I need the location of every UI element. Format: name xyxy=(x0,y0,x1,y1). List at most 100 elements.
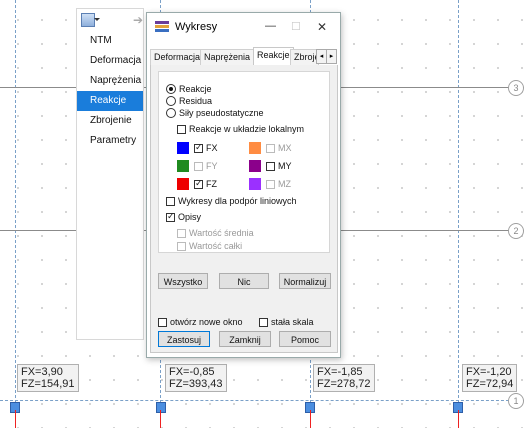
results-side-panel: ➔ NTM Deformacja Naprężenia Reakcje Zbro… xyxy=(76,8,144,340)
dialog-titlebar[interactable]: Wykresy — ☐ ✕ xyxy=(147,13,340,41)
sidebar-item-deformacja[interactable]: Deformacja xyxy=(77,51,143,71)
maximize-icon: ☐ xyxy=(291,21,301,33)
checkbox-stala-skala-label: stała skala xyxy=(271,317,314,327)
radio-residua-label: Residua xyxy=(179,96,213,106)
reaction-fz: FZ=72,94 xyxy=(466,378,514,390)
color-swatch[interactable] xyxy=(177,178,189,190)
checkbox-wartosc-srednia: Wartość średnia xyxy=(177,228,254,238)
checkbox-wykresy-podpor[interactable]: Wykresy dla podpór liniowych xyxy=(166,196,296,206)
checkbox-my[interactable] xyxy=(266,161,275,171)
sidebar-item-reakcje[interactable]: Reakcje xyxy=(77,91,143,111)
component-mx: MX xyxy=(249,142,292,154)
wszystko-button[interactable]: Wszystko xyxy=(158,273,208,289)
checkbox-uklad-lokalny-label: Reakcje w układzie lokalnym xyxy=(189,124,305,134)
checkbox-stala-skala[interactable]: stała skala xyxy=(259,317,314,327)
axis-label-3: 3 xyxy=(508,80,524,96)
normalizuj-button[interactable]: Normalizuj xyxy=(279,273,331,289)
checkbox-uklad-lokalny-control[interactable] xyxy=(177,124,186,134)
radio-reakcje[interactable]: Reakcje xyxy=(166,84,212,94)
reaction-label: FX=-0,85 FZ=393,43 xyxy=(165,364,227,392)
component-fx[interactable]: FX xyxy=(177,142,218,154)
reaction-arrow xyxy=(15,410,16,428)
reaction-fx: FX=-1,20 xyxy=(466,366,512,378)
tab-deformacja[interactable]: Deformacja xyxy=(150,49,205,65)
component-label: MX xyxy=(278,143,292,153)
checkbox-uklad-lokalny[interactable]: Reakcje w układzie lokalnym xyxy=(177,124,304,134)
component-fy: FY xyxy=(177,160,218,172)
tab-bar: Deformacja Naprężenia Reakcje Zbroje ◂ ▸ xyxy=(150,47,337,66)
support-node[interactable] xyxy=(156,402,166,413)
component-fz[interactable]: FZ xyxy=(177,178,217,190)
options-group: Reakcje Residua Siły pseudostatyczne Rea… xyxy=(158,71,330,253)
checkbox-otworz-nowe-okno-control[interactable] xyxy=(158,317,167,327)
checkbox-wartosc-srednia-label: Wartość średnia xyxy=(189,228,254,238)
reaction-label: FX=3,90 FZ=154,91 xyxy=(17,364,79,392)
zamknij-button[interactable]: Zamknij xyxy=(219,331,271,347)
reaction-label: FX=-1,85 FZ=278,72 xyxy=(313,364,375,392)
radio-sily-control[interactable] xyxy=(166,108,176,118)
radio-reakcje-label: Reakcje xyxy=(179,84,212,94)
component-label: MY xyxy=(278,161,292,171)
sidebar-item-ntm[interactable]: NTM xyxy=(77,31,143,51)
component-label: MZ xyxy=(278,179,291,189)
close-icon[interactable]: ✕ xyxy=(317,20,327,34)
grid-line-vertical xyxy=(15,0,16,428)
sidebar-item-naprezenia[interactable]: Naprężenia xyxy=(77,71,143,91)
component-label: FX xyxy=(206,143,218,153)
checkbox-fx[interactable] xyxy=(194,142,203,153)
reaction-fz: FZ=393,43 xyxy=(169,378,223,390)
view-menu-icon[interactable] xyxy=(81,13,100,27)
axis-label-1: 1 xyxy=(508,393,524,409)
arrow-right-icon[interactable]: ➔ xyxy=(133,13,143,27)
checkbox-wartosc-calki-label: Wartość całki xyxy=(189,241,243,251)
reaction-label: FX=-1,20 FZ=72,94 xyxy=(462,364,518,392)
color-swatch[interactable] xyxy=(177,142,189,154)
zastosuj-button[interactable]: Zastosuj xyxy=(158,331,210,347)
pomoc-button[interactable]: Pomoc xyxy=(279,331,331,347)
component-label: FZ xyxy=(206,179,217,189)
checkbox-opisy-control[interactable] xyxy=(166,211,175,222)
reaction-fx: FX=-1,85 xyxy=(317,366,363,378)
checkbox-otworz-nowe-okno[interactable]: otwórz nowe okno xyxy=(158,317,243,327)
chart-app-icon xyxy=(155,21,169,33)
radio-sily-label: Siły pseudostatyczne xyxy=(179,108,264,118)
reaction-arrow xyxy=(458,410,459,428)
checkbox-stala-skala-control[interactable] xyxy=(259,317,268,327)
sidebar-item-parametry[interactable]: Parametry xyxy=(77,131,143,151)
radio-residua[interactable]: Residua xyxy=(166,96,212,106)
component-my[interactable]: MY xyxy=(249,160,292,172)
tab-zbrojenie[interactable]: Zbroje xyxy=(290,49,319,65)
checkbox-wartosc-calki-control xyxy=(177,241,186,251)
nic-button[interactable]: Nic xyxy=(219,273,269,289)
checkbox-fz[interactable] xyxy=(194,178,203,189)
checkbox-otworz-nowe-okno-label: otwórz nowe okno xyxy=(170,317,243,327)
checkbox-mx xyxy=(266,143,275,153)
radio-residua-control[interactable] xyxy=(166,96,176,106)
checkbox-wykresy-podpor-control[interactable] xyxy=(166,196,175,206)
checkbox-wartosc-srednia-control xyxy=(177,228,186,238)
checkbox-fy xyxy=(194,161,203,171)
component-mz: MZ xyxy=(249,178,291,190)
tab-naprezenia[interactable]: Naprężenia xyxy=(200,49,255,65)
grid-line-horizontal xyxy=(0,400,524,401)
reaction-fz: FZ=278,72 xyxy=(317,378,371,390)
minimize-icon[interactable]: — xyxy=(265,20,276,32)
component-label: FY xyxy=(206,161,218,171)
sidebar-item-zbrojenie[interactable]: Zbrojenie xyxy=(77,111,143,131)
reaction-arrow xyxy=(160,410,161,428)
reaction-fx: FX=-0,85 xyxy=(169,366,215,378)
checkbox-opisy-label: Opisy xyxy=(178,212,202,222)
tab-scroll-right-icon[interactable]: ▸ xyxy=(326,49,337,64)
color-swatch xyxy=(249,178,261,190)
checkbox-mz xyxy=(266,179,275,189)
checkbox-opisy[interactable]: Opisy xyxy=(166,211,202,222)
reaction-arrow xyxy=(310,410,311,428)
color-swatch[interactable] xyxy=(249,160,261,172)
color-swatch xyxy=(249,142,261,154)
radio-sily-pseudostatyczne[interactable]: Siły pseudostatyczne xyxy=(166,108,264,118)
tab-reakcje[interactable]: Reakcje xyxy=(253,47,294,66)
dialog-title: Wykresy xyxy=(175,21,218,33)
reaction-fx: FX=3,90 xyxy=(21,366,63,378)
checkbox-wartosc-calki: Wartość całki xyxy=(177,241,242,251)
radio-reakcje-control[interactable] xyxy=(166,84,176,94)
